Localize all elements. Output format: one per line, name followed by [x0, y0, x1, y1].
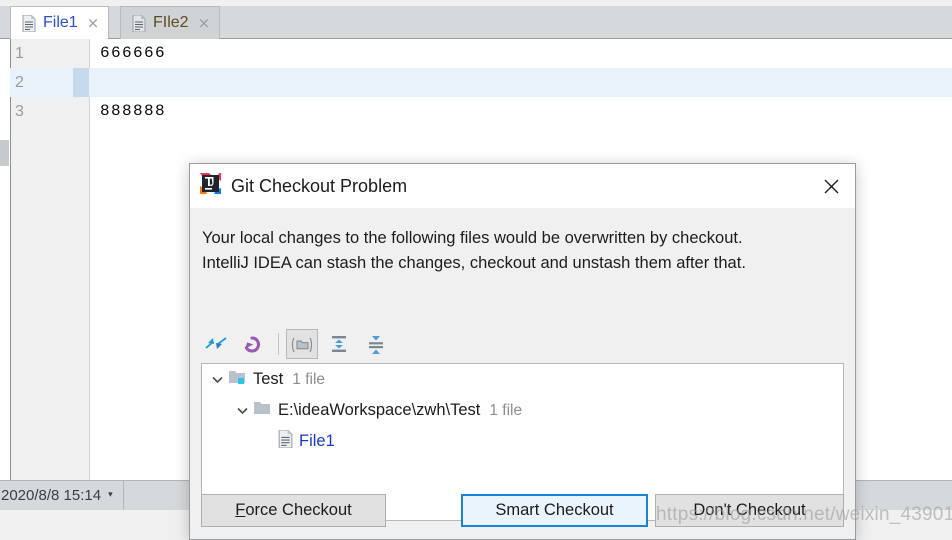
force-checkout-button[interactable]: Force Checkout: [201, 494, 386, 527]
revert-icon[interactable]: [237, 329, 269, 359]
dialog-message-line1: Your local changes to the following file…: [202, 226, 842, 251]
file-icon: [278, 430, 293, 453]
close-icon[interactable]: ×: [198, 16, 211, 31]
editor-tab-label: FIle2: [153, 14, 189, 32]
collapse-all-icon[interactable]: [360, 329, 392, 359]
force-checkout-mnemonic: F: [235, 501, 245, 519]
smart-checkout-button[interactable]: Smart Checkout: [461, 494, 648, 527]
dialog-button-row: Force Checkout Smart Checkout Don't Chec…: [190, 494, 857, 528]
tool-window-stripe-button[interactable]: [0, 140, 9, 166]
smart-checkout-label: Smart Checkout: [495, 501, 613, 520]
tree-node-label: Test: [253, 370, 283, 389]
dont-checkout-label: Don't Checkout: [693, 501, 805, 520]
dont-checkout-button[interactable]: Don't Checkout: [655, 494, 844, 527]
line-caret-column: [73, 39, 89, 68]
line-number: 2: [10, 68, 73, 97]
status-timestamp[interactable]: 2020/8/8 15:14 ▾: [0, 481, 124, 510]
force-checkout-label: orce Checkout: [245, 501, 351, 519]
editor-tab-label: File1: [43, 14, 78, 32]
close-icon[interactable]: [807, 164, 855, 208]
tree-node-count: 1 file: [292, 371, 325, 389]
tree-row[interactable]: Test 1 file: [202, 364, 843, 395]
editor-tab-bar: File1 × FIle2 ×: [0, 0, 952, 39]
collapse-arrows-icon[interactable]: [200, 329, 232, 359]
dialog-body: Your local changes to the following file…: [190, 208, 855, 539]
line-caret-column: [73, 68, 89, 97]
group-by-directory-icon[interactable]: [286, 329, 318, 359]
ide-window: File1 × FIle2 ×: [0, 0, 952, 540]
tree-row[interactable]: File1: [202, 426, 843, 457]
file-icon: [132, 15, 146, 32]
chevron-down-icon[interactable]: [231, 407, 253, 415]
line-number: 1: [10, 39, 73, 68]
editor-line[interactable]: 1 666666: [10, 39, 952, 68]
chevron-down-icon: ▾: [108, 491, 113, 500]
chevron-down-icon[interactable]: [206, 376, 228, 384]
line-number: 3: [10, 97, 73, 126]
tree-row[interactable]: E:\ideaWorkspace\zwh\Test 1 file: [202, 395, 843, 426]
tree-node-label[interactable]: File1: [299, 432, 335, 451]
toolbar-separator: [278, 333, 279, 355]
git-checkout-problem-dialog: Git Checkout Problem Your local changes …: [189, 163, 856, 540]
line-text: 666666: [100, 39, 166, 68]
tree-node-label: E:\ideaWorkspace\zwh\Test: [278, 401, 480, 420]
editor-tab-file2[interactable]: FIle2 ×: [120, 6, 220, 39]
dialog-title: Git Checkout Problem: [231, 176, 407, 197]
module-folder-icon: [228, 369, 247, 390]
editor-line-current[interactable]: 2: [10, 68, 952, 97]
file-icon: [22, 15, 36, 32]
dialog-message-line2: IntelliJ IDEA can stash the changes, che…: [202, 251, 842, 276]
folder-icon: [253, 400, 272, 421]
editor-line[interactable]: 3 888888: [10, 97, 952, 126]
status-timestamp-text: 2020/8/8 15:14: [1, 487, 101, 504]
dialog-toolbar: [200, 327, 397, 361]
line-text: 888888: [100, 97, 166, 126]
expand-all-icon[interactable]: [323, 329, 355, 359]
tree-node-count: 1 file: [489, 402, 522, 420]
line-caret-column: [73, 97, 89, 126]
editor-tab-file1[interactable]: File1 ×: [10, 6, 109, 39]
close-icon[interactable]: ×: [87, 16, 100, 31]
dialog-message: Your local changes to the following file…: [202, 226, 842, 276]
dialog-titlebar: Git Checkout Problem: [190, 164, 855, 208]
intellij-idea-icon: [200, 173, 221, 199]
